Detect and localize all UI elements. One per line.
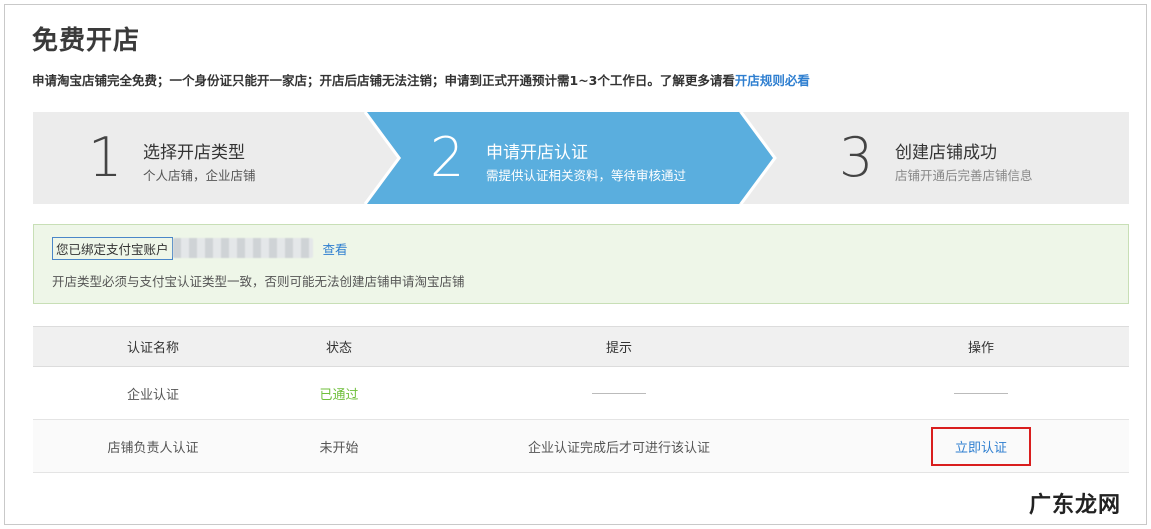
step-2-title: 申请开店认证 bbox=[486, 143, 588, 163]
step-3-number: 3 bbox=[839, 126, 874, 189]
shop-type-warning: 开店类型必须与支付宝认证类型一致，否则可能无法创建店铺申请淘宝店铺 bbox=[52, 274, 465, 289]
step-2-number: 2 bbox=[430, 126, 465, 189]
shop-rules-link[interactable]: 开店规则必看 bbox=[735, 73, 810, 88]
empty-dash bbox=[592, 392, 646, 394]
cert-status: 已通过 bbox=[273, 366, 405, 420]
alipay-info-box: 您已绑定支付宝账户 查看 开店类型必须与支付宝认证类型一致，否则可能无法创建店铺… bbox=[33, 224, 1129, 304]
table-row: 企业认证 已通过 bbox=[33, 366, 1129, 420]
step-1-subtitle: 个人店铺，企业店铺 bbox=[143, 168, 256, 183]
table-row: 店铺负责人认证 未开始 企业认证完成后才可进行该认证 立即认证 bbox=[33, 419, 1129, 473]
notice-text: 申请淘宝店铺完全免费；一个身份证只能开一家店；开店后店铺无法注销；申请到正式开通… bbox=[32, 70, 810, 89]
alipay-account-masked bbox=[172, 238, 313, 258]
cert-name: 企业认证 bbox=[33, 366, 273, 420]
step-1-title: 选择开店类型 bbox=[143, 143, 245, 163]
header-cert-name: 认证名称 bbox=[33, 326, 273, 367]
empty-dash bbox=[954, 392, 1008, 394]
notice-body: 申请淘宝店铺完全免费；一个身份证只能开一家店；开店后店铺无法注销；申请到正式开通… bbox=[32, 73, 735, 88]
watermark-logo: 广东龙网 bbox=[1028, 492, 1121, 518]
step-3-title: 创建店铺成功 bbox=[895, 143, 997, 163]
table-header-row: 认证名称 状态 提示 操作 bbox=[33, 326, 1129, 367]
view-account-link[interactable]: 查看 bbox=[323, 239, 348, 258]
certification-table: 认证名称 状态 提示 操作 企业认证 已通过 店铺负责人认证 未开始 企业认证完… bbox=[33, 326, 1129, 473]
step-2-subtitle: 需提供认证相关资料，等待审核通过 bbox=[486, 168, 687, 183]
step-1-number: 1 bbox=[88, 126, 123, 189]
step-progress-bar: 1 选择开店类型 个人店铺，企业店铺 2 申请开店认证 需提供认证相关资料，等待… bbox=[33, 112, 1129, 204]
cert-hint: 企业认证完成后才可进行该认证 bbox=[405, 419, 833, 473]
header-action: 操作 bbox=[833, 326, 1129, 367]
alipay-bind-label: 您已绑定支付宝账户 bbox=[52, 236, 173, 260]
header-hint: 提示 bbox=[405, 326, 833, 367]
cert-name: 店铺负责人认证 bbox=[33, 419, 273, 473]
cert-status: 未开始 bbox=[273, 419, 405, 473]
cert-action bbox=[833, 366, 1129, 420]
header-status: 状态 bbox=[273, 326, 405, 367]
certify-now-button[interactable]: 立即认证 bbox=[930, 426, 1031, 466]
step-3-subtitle: 店铺开通后完善店铺信息 bbox=[895, 168, 1033, 183]
cert-action: 立即认证 bbox=[833, 419, 1129, 473]
alipay-bind-row: 您已绑定支付宝账户 查看 bbox=[52, 236, 348, 260]
page-title: 免费开店 bbox=[32, 26, 141, 56]
cert-hint bbox=[405, 366, 833, 420]
